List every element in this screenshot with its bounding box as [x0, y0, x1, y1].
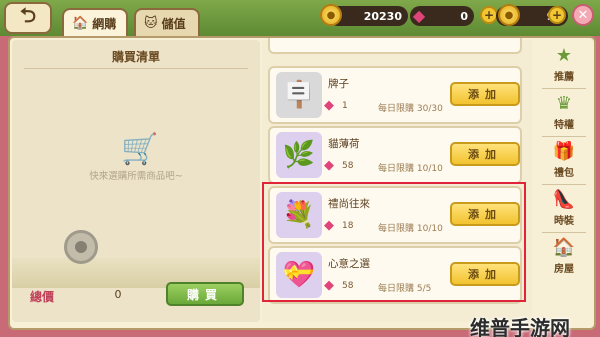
- item-limit: 每日限購 30/30: [378, 104, 443, 114]
- tab-topup[interactable]: 🐱 儲值: [134, 8, 200, 36]
- nav-recommend[interactable]: ★ 推薦: [540, 42, 588, 86]
- item-limit: 每日限購 10/10: [378, 164, 443, 174]
- nav-label: 推薦: [554, 72, 574, 83]
- catnip-icon: 🌿: [276, 132, 322, 178]
- list-item: 🪧 牌子 ◆ 1 每日限購 30/30 添加: [268, 66, 522, 124]
- close-icon: ✕: [577, 7, 589, 23]
- gem-icon: ◆: [324, 158, 334, 173]
- nav-label: 禮包: [554, 168, 574, 179]
- star-icon: ★: [555, 45, 573, 66]
- nav-divider: [542, 136, 586, 137]
- nav-privilege[interactable]: ♛ 特權: [540, 90, 588, 134]
- nav-label: 房屋: [554, 264, 574, 275]
- cart-divider: [24, 68, 248, 69]
- cart-title: 購買清單: [111, 50, 160, 64]
- cart-empty-hint: 快來選購所需商品吧~: [89, 171, 183, 182]
- crown-icon: ♛: [555, 93, 573, 114]
- back-button[interactable]: ⮌: [4, 2, 52, 34]
- watermark: 维普手游网: [470, 316, 570, 337]
- nav-divider: [542, 88, 586, 89]
- coin-value: 20230: [363, 9, 402, 23]
- gift-icon: 🎁: [552, 141, 576, 162]
- list-item: 🌿 貓薄荷 ◆ 58 每日限購 10/10 添加: [268, 126, 522, 184]
- item-price: 58: [342, 161, 354, 171]
- nav-divider: [542, 184, 586, 185]
- nav-fashion[interactable]: 👠 時裝: [540, 186, 588, 230]
- item-price: 1: [342, 101, 348, 111]
- shoe-icon: 👠: [552, 189, 576, 210]
- back-arrow-icon: ⮌: [19, 3, 37, 27]
- coin-icon: ●: [320, 4, 342, 26]
- gold-coin-icon: ●: [498, 4, 520, 26]
- tab-topup-label: 儲值: [161, 16, 186, 31]
- list-item-partial: [268, 38, 522, 54]
- buy-button[interactable]: 購買: [166, 282, 244, 306]
- house-icon: 🏠: [552, 237, 576, 258]
- gem-value: 0: [460, 9, 468, 23]
- add-button[interactable]: 添加: [450, 82, 520, 106]
- sign-icon: 🪧: [276, 72, 322, 118]
- item-name: 牌子: [328, 78, 349, 90]
- total-value: 0: [114, 288, 122, 301]
- cat-icon: 🐱: [144, 15, 158, 31]
- nav-house[interactable]: 🏠 房屋: [540, 234, 588, 278]
- close-button[interactable]: ✕: [572, 4, 594, 26]
- joystick[interactable]: [64, 230, 98, 264]
- nav-divider: [542, 232, 586, 233]
- nav-label: 特權: [554, 120, 574, 131]
- item-name: 貓薄荷: [328, 138, 360, 150]
- tab-shop[interactable]: 🏠 網購: [62, 8, 128, 36]
- highlight-box: [262, 182, 526, 302]
- gem-icon: ◆: [412, 5, 426, 25]
- total-label: 總價: [30, 290, 55, 304]
- nav-giftpack[interactable]: 🎁 禮包: [540, 138, 588, 182]
- house-icon: 🏠: [72, 15, 89, 31]
- gem-icon: ◆: [324, 98, 334, 113]
- nav-label: 時裝: [554, 216, 574, 227]
- add-gold-button[interactable]: +: [548, 6, 566, 24]
- shopping-cart-icon: 🛒: [121, 132, 159, 167]
- add-button[interactable]: 添加: [450, 142, 520, 166]
- tab-shop-label: 網購: [92, 16, 117, 31]
